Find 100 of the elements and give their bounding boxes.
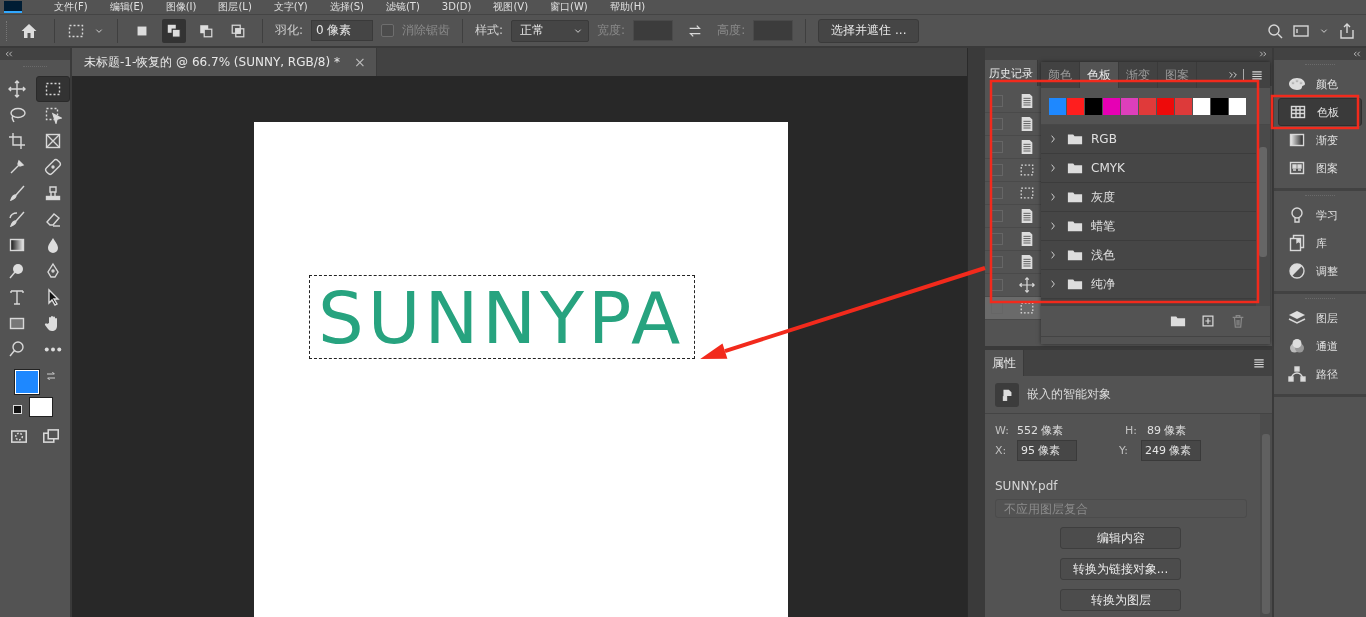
panel-button[interactable]: 路径 <box>1278 360 1362 388</box>
panel-button[interactable]: 颜色 <box>1278 70 1362 98</box>
marquee-tool[interactable] <box>36 76 70 102</box>
add-to-selection-button[interactable] <box>162 18 186 43</box>
history-tab[interactable]: 历史记录 <box>985 60 1038 86</box>
action-button[interactable]: 转换为图层 <box>1060 589 1181 611</box>
history-brush-icon <box>8 210 26 228</box>
swap-colors-icon[interactable] <box>45 370 57 382</box>
color-swatch[interactable] <box>1175 98 1192 115</box>
swap-icon[interactable] <box>687 22 704 39</box>
select-and-mask-button[interactable]: 选择并遮住 ... <box>818 18 920 43</box>
document-icon <box>1019 139 1035 155</box>
menu-icon[interactable] <box>1252 356 1266 370</box>
panel-tab[interactable]: 色板 <box>1080 62 1119 88</box>
panel-button[interactable]: 库 <box>1278 229 1362 257</box>
zoom-icon <box>8 340 26 358</box>
collapse-icon[interactable] <box>4 49 14 59</box>
color-swatch[interactable] <box>1049 98 1066 115</box>
pattern-icon <box>1288 159 1306 177</box>
marquee-icon <box>1019 185 1035 201</box>
home-icon[interactable] <box>20 21 38 40</box>
app-logo-icon <box>4 1 22 13</box>
panel-button[interactable]: 渐变 <box>1278 126 1362 154</box>
swatch-group-item[interactable]: 蜡笔 <box>1041 212 1256 241</box>
menu-item[interactable]: 选择(S) <box>329 0 364 14</box>
menu-item[interactable]: 窗口(W) <box>550 0 588 14</box>
swatch-group-item[interactable]: RGB <box>1041 125 1256 154</box>
action-button[interactable]: 编辑内容 <box>1060 527 1181 550</box>
panel-button[interactable]: 色板 <box>1278 98 1362 126</box>
bandage-icon <box>44 158 62 176</box>
object-select-icon <box>44 106 62 124</box>
menu-icon[interactable] <box>1250 68 1264 82</box>
document-icon <box>1019 93 1035 109</box>
menu-item[interactable]: 3D(D) <box>441 0 472 14</box>
foreground-color-swatch[interactable] <box>15 370 39 394</box>
marquee-icon <box>1019 300 1035 316</box>
feather-field[interactable]: 0 像素 <box>311 20 374 41</box>
pen-icon <box>44 262 62 280</box>
color-swatch[interactable] <box>1103 98 1120 115</box>
y-position-field[interactable]: 249 像素 <box>1141 440 1201 462</box>
color-swatch[interactable] <box>1157 98 1174 115</box>
swatch-group-item[interactable]: 浅色 <box>1041 241 1256 270</box>
width-label: W: <box>995 423 1010 437</box>
height-label: H: <box>1125 423 1138 437</box>
document-tab[interactable]: 未标题-1-恢复的 @ 66.7% (SUNNY, RGB/8) * × <box>72 48 377 76</box>
color-swatch[interactable] <box>1229 98 1246 115</box>
panel-tab[interactable]: 渐变 <box>1119 62 1158 88</box>
panel-button[interactable]: 学习 <box>1278 201 1362 229</box>
panel-button[interactable]: 调整 <box>1278 257 1362 285</box>
overflow-icon[interactable] <box>1227 69 1239 81</box>
close-button[interactable]: × <box>353 54 366 70</box>
color-swatch[interactable] <box>1085 98 1102 115</box>
menu-item[interactable]: 视图(V) <box>493 0 529 14</box>
scrollbar[interactable] <box>1260 414 1272 617</box>
style-dropdown[interactable]: 正常 <box>511 19 590 42</box>
color-swatch[interactable] <box>1193 98 1210 115</box>
new-swatch-icon[interactable] <box>1200 313 1216 329</box>
menu-item[interactable]: 滤镜(T) <box>385 0 420 14</box>
stamp-icon <box>44 184 62 202</box>
file-name: SUNNY.pdf <box>995 479 1058 494</box>
menu-item[interactable]: 帮助(H) <box>609 0 646 14</box>
default-colors-icon[interactable] <box>13 405 22 414</box>
collapse-icon[interactable] <box>1352 49 1362 59</box>
swatch-group-item[interactable]: 灰度 <box>1041 183 1256 212</box>
swatch-group-item[interactable]: 纯净 <box>1041 270 1256 299</box>
document-icon <box>1019 116 1035 132</box>
properties-tab[interactable]: 属性 <box>985 350 1024 376</box>
menu-item[interactable]: 文件(F) <box>54 0 88 14</box>
style-label: 样式: <box>475 22 504 39</box>
color-swatch[interactable] <box>1211 98 1228 115</box>
panel-button[interactable]: 图层 <box>1278 304 1362 332</box>
more-icon <box>44 346 62 352</box>
half-circle-icon <box>1288 262 1306 280</box>
document-icon <box>1019 208 1035 224</box>
squares-icon <box>166 22 182 39</box>
color-swatch[interactable] <box>1139 98 1156 115</box>
marquee-icon <box>1019 162 1035 178</box>
menu-item[interactable]: 文字(Y) <box>273 0 308 14</box>
panel-button[interactable]: 图案 <box>1278 154 1362 182</box>
search-icon[interactable] <box>1266 21 1284 40</box>
color-swatch[interactable] <box>1121 98 1138 115</box>
menu-item[interactable]: 编辑(E) <box>109 0 144 14</box>
squares-icon <box>198 22 214 39</box>
scrollbar[interactable] <box>967 48 985 617</box>
menu-item[interactable]: 图像(I) <box>165 0 197 14</box>
move-icon <box>1019 277 1035 293</box>
panel-tab[interactable]: 图案 <box>1158 62 1197 88</box>
swatch-group-item[interactable]: CMYK <box>1041 154 1256 183</box>
document-icon <box>1019 231 1035 247</box>
document-icon <box>1019 254 1035 270</box>
share-icon[interactable] <box>1338 21 1356 40</box>
expand-icon[interactable] <box>1258 49 1268 59</box>
screen-mode-icon[interactable] <box>41 426 61 446</box>
color-swatch[interactable] <box>1067 98 1084 115</box>
x-position-field[interactable]: 95 像素 <box>1017 440 1077 462</box>
action-button[interactable]: 转换为链接对象... <box>1060 558 1181 581</box>
panel-button[interactable]: 通道 <box>1278 332 1362 360</box>
background-color-swatch[interactable] <box>29 397 53 417</box>
menu-item[interactable]: 图层(L) <box>218 0 252 14</box>
history-item[interactable] <box>985 297 1041 320</box>
